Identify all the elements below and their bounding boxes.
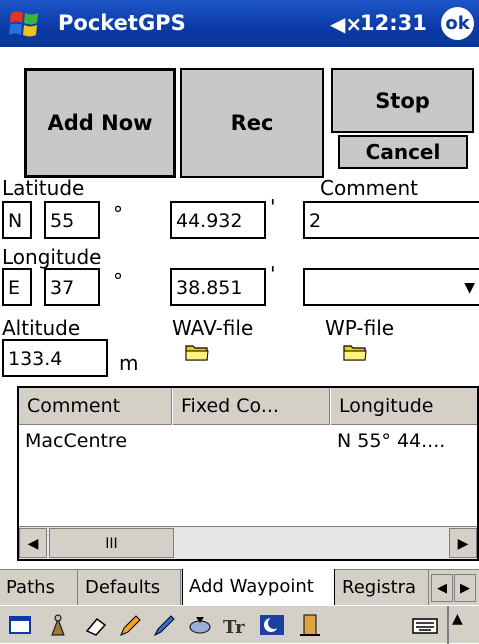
window-icon[interactable] [6, 611, 34, 639]
minute-symbol: ' [270, 195, 276, 219]
folder-icon[interactable] [343, 342, 367, 362]
tools-icon[interactable] [44, 611, 72, 639]
column-header-longitude[interactable]: Longitude [331, 388, 477, 425]
altitude-label: Altitude [2, 316, 81, 340]
tab-registration[interactable]: Registra [336, 570, 429, 606]
waypoint-dropdown[interactable]: ▼ [303, 268, 479, 306]
svg-text:Tr: Tr [223, 617, 245, 638]
horizontal-scrollbar[interactable]: ◀ III ▶ [19, 526, 477, 559]
latitude-label: Latitude [2, 176, 85, 200]
door-icon[interactable] [296, 611, 324, 639]
tab-prev-icon[interactable]: ◀ [431, 574, 453, 602]
divider [447, 606, 449, 644]
app-title: PocketGPS [58, 11, 186, 35]
folder-icon[interactable] [185, 342, 209, 362]
waypoint-list[interactable]: Comment Fixed Co... Longitude MacCentre … [17, 386, 479, 561]
chevron-down-icon[interactable]: ▼ [464, 270, 475, 304]
speaker-muted-icon[interactable]: ◀× [330, 12, 362, 36]
lat-minutes-field[interactable]: 44.932 [170, 201, 266, 239]
moon-icon[interactable] [258, 611, 286, 639]
keyboard-icon[interactable] [411, 611, 439, 639]
lon-hemisphere-field[interactable]: E [2, 268, 32, 306]
title-bar: PocketGPS ◀× 12:31 ok [0, 0, 479, 47]
comment-input[interactable]: 2 [303, 201, 479, 239]
tab-paths[interactable]: Paths [0, 570, 78, 606]
rec-button[interactable]: Rec [180, 68, 324, 178]
degree-symbol: ° [113, 202, 123, 226]
tab-next-icon[interactable]: ▶ [454, 574, 476, 602]
lon-degrees-field[interactable]: 37 [44, 268, 100, 306]
tab-bar: Paths Defaults Add Waypoint Registra ◀ ▶ [0, 569, 479, 606]
scroll-thumb[interactable]: III [49, 528, 174, 558]
altitude-unit: m [119, 351, 139, 375]
cell-longitude: N 55° 44.... [337, 430, 446, 452]
stop-button[interactable]: Stop [331, 68, 474, 133]
wav-file-label: WAV-file [172, 316, 254, 340]
degree-symbol-2: ° [113, 269, 123, 293]
pen-icon[interactable] [150, 611, 178, 639]
add-now-button[interactable]: Add Now [24, 68, 176, 178]
comment-label: Comment [320, 176, 418, 200]
lat-degrees-field[interactable]: 55 [44, 201, 100, 239]
column-header-fixed[interactable]: Fixed Co... [173, 388, 330, 425]
cell-comment: MacCentre [25, 430, 128, 452]
minute-symbol-2: ' [270, 262, 276, 286]
eraser-icon[interactable] [82, 611, 110, 639]
column-header-comment[interactable]: Comment [19, 388, 172, 425]
tab-defaults[interactable]: Defaults [79, 570, 181, 606]
text-icon[interactable]: Tr [220, 611, 248, 639]
windows-flag-icon[interactable] [8, 7, 42, 41]
bottom-toolbar: Tr ▲ [0, 605, 479, 644]
scroll-right-icon[interactable]: ▶ [449, 528, 477, 558]
wp-file-label: WP-file [325, 316, 395, 340]
ok-button[interactable]: ok [441, 7, 474, 40]
clock[interactable]: 12:31 [360, 11, 427, 35]
list-item[interactable]: MacCentre N 55° 44.... [19, 430, 477, 460]
up-arrow-icon[interactable]: ▲ [452, 611, 463, 627]
altitude-input[interactable]: 133.4 [2, 339, 108, 377]
cancel-button[interactable]: Cancel [338, 135, 468, 169]
tab-add-waypoint[interactable]: Add Waypoint [182, 569, 335, 606]
scroll-left-icon[interactable]: ◀ [19, 528, 47, 558]
lon-minutes-field[interactable]: 38.851 [170, 268, 266, 306]
pencil-icon[interactable] [116, 611, 144, 639]
disk-icon[interactable] [186, 611, 214, 639]
lat-hemisphere-field[interactable]: N [2, 201, 32, 239]
longitude-label: Longitude [2, 245, 102, 269]
